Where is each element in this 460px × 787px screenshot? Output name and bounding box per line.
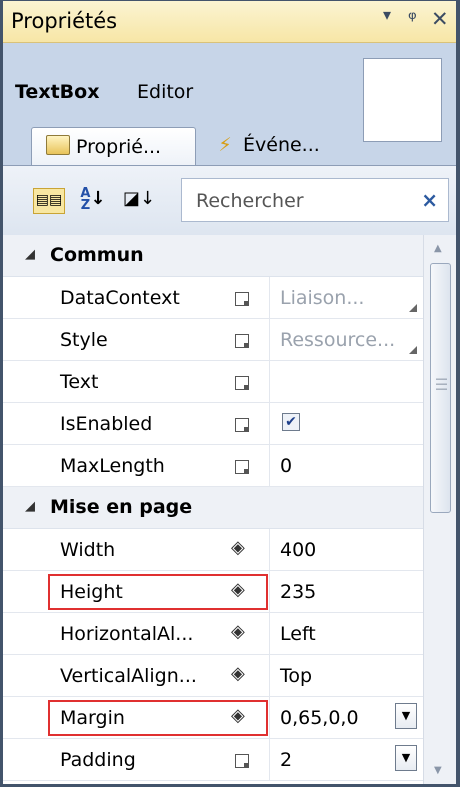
property-value[interactable]: 0,65,0,0 ▼: [269, 697, 423, 738]
panel-title: Propriétés: [11, 9, 118, 33]
property-name: Padding: [60, 749, 136, 771]
property-row[interactable]: IsEnabled ✔: [3, 403, 423, 445]
resize-corner-icon: [409, 304, 417, 312]
property-value[interactable]: Top: [269, 655, 423, 696]
dropdown-button[interactable]: ▼: [395, 745, 417, 771]
clear-search-icon[interactable]: ×: [421, 188, 438, 212]
properties-panel: Propriétés ▾ ᵠ ✕ TextBox Editor Proprié.…: [0, 0, 460, 787]
property-value[interactable]: ✔: [269, 403, 423, 444]
property-value[interactable]: Left: [269, 613, 423, 654]
property-marker-icon[interactable]: [235, 376, 249, 390]
property-value[interactable]: 0: [269, 445, 423, 486]
vertical-scrollbar[interactable]: ▲ ― ― ― ▼: [423, 235, 456, 784]
grip-icon: ― ― ―: [436, 372, 447, 395]
category-mise-en-page[interactable]: ◢ Mise en page: [3, 487, 423, 529]
property-marker-icon[interactable]: [235, 754, 249, 768]
element-type-name: TextBox: [15, 81, 100, 103]
property-value[interactable]: 400: [269, 529, 423, 570]
property-name: Style: [60, 329, 108, 351]
checkbox[interactable]: ✔: [282, 413, 300, 431]
resize-corner-icon: [409, 346, 417, 354]
property-row[interactable]: HorizontalAl... ◈ Left: [3, 613, 423, 655]
property-row[interactable]: Text: [3, 361, 423, 403]
property-value[interactable]: [269, 361, 423, 402]
property-row[interactable]: Style Ressource...: [3, 319, 423, 361]
sort-alpha-icon[interactable]: A Z↓: [73, 187, 113, 214]
lightning-icon: ⚡: [218, 134, 232, 156]
header-area: TextBox Editor Proprié... ⚡ Événe...: [3, 43, 456, 165]
property-pages-icon[interactable]: ◪↓: [121, 188, 157, 214]
property-row[interactable]: MaxLength 0: [3, 445, 423, 487]
property-grid: ◢ Commun DataContext Liaison... Style Re…: [3, 235, 423, 784]
highlight-box: [48, 700, 268, 736]
tab-events[interactable]: ⚡ Événe...: [213, 127, 353, 165]
property-value[interactable]: 235: [269, 571, 423, 612]
property-value[interactable]: 2 ▼: [269, 739, 423, 780]
property-marker-icon[interactable]: [235, 418, 249, 432]
category-name: Commun: [50, 244, 144, 266]
property-name: DataContext: [60, 287, 180, 309]
categorized-icon[interactable]: ▤▤: [33, 188, 65, 214]
property-value-text: Top: [280, 665, 313, 687]
property-name: MaxLength: [60, 455, 165, 477]
property-name: HorizontalAl...: [60, 623, 194, 645]
property-value-text: Ressource...: [280, 329, 396, 351]
property-name: VerticalAlign...: [60, 665, 197, 687]
title-bar: Propriétés ▾ ᵠ ✕: [3, 1, 456, 43]
scroll-thumb[interactable]: ― ― ―: [430, 263, 451, 513]
property-value[interactable]: Ressource...: [269, 319, 423, 360]
search-input[interactable]: Rechercher ×: [181, 178, 449, 222]
property-set-marker-icon[interactable]: ◈: [231, 537, 245, 558]
property-name: IsEnabled: [60, 413, 153, 435]
property-value-text: Left: [280, 623, 316, 645]
property-value-text: 0,65,0,0: [280, 707, 359, 729]
property-set-marker-icon[interactable]: ◈: [231, 621, 245, 642]
highlight-box: [48, 574, 268, 610]
chevron-down-icon[interactable]: ▾: [383, 5, 391, 24]
toolbar: ▤▤ A Z↓ ◪↓ Rechercher ×: [3, 165, 456, 236]
property-row[interactable]: VerticalAlign... ◈ Top: [3, 655, 423, 697]
properties-icon: [46, 135, 70, 158]
tab-properties[interactable]: Proprié...: [31, 127, 196, 165]
element-preview: [363, 58, 442, 142]
pin-icon[interactable]: ᵠ: [408, 7, 417, 31]
property-value-text: 2: [280, 749, 293, 771]
property-set-marker-icon[interactable]: ◈: [231, 663, 245, 684]
tab-label: Événe...: [243, 134, 320, 156]
property-name: Text: [60, 371, 99, 393]
editor-label: Editor: [137, 81, 194, 103]
property-row[interactable]: DataContext Liaison...: [3, 277, 423, 319]
property-value-text: 400: [280, 539, 317, 561]
property-marker-icon[interactable]: [235, 334, 249, 348]
dropdown-button[interactable]: ▼: [395, 703, 417, 729]
property-row[interactable]: Margin ◈ 0,65,0,0 ▼: [3, 697, 423, 739]
property-value-text: 0: [280, 455, 293, 477]
property-value-text: Liaison...: [280, 287, 365, 309]
tab-label: Proprié...: [76, 136, 162, 158]
search-placeholder: Rechercher: [196, 190, 304, 212]
property-marker-icon[interactable]: [235, 292, 249, 306]
property-marker-icon[interactable]: [235, 460, 249, 474]
scroll-up-icon[interactable]: ▲: [434, 243, 442, 254]
close-icon[interactable]: ✕: [431, 7, 449, 31]
expand-triangle-icon[interactable]: ◢: [25, 499, 35, 514]
property-value[interactable]: Liaison...: [269, 277, 423, 318]
property-row[interactable]: Height ◈ 235: [3, 571, 423, 613]
scroll-down-icon[interactable]: ▼: [434, 765, 442, 776]
property-name: Width: [60, 539, 116, 561]
property-value-text: 235: [280, 581, 317, 603]
category-name: Mise en page: [50, 496, 193, 518]
property-row[interactable]: Padding 2 ▼: [3, 739, 423, 781]
category-commun[interactable]: ◢ Commun: [3, 235, 423, 277]
property-row[interactable]: Width ◈ 400: [3, 529, 423, 571]
expand-triangle-icon[interactable]: ◢: [25, 247, 35, 262]
